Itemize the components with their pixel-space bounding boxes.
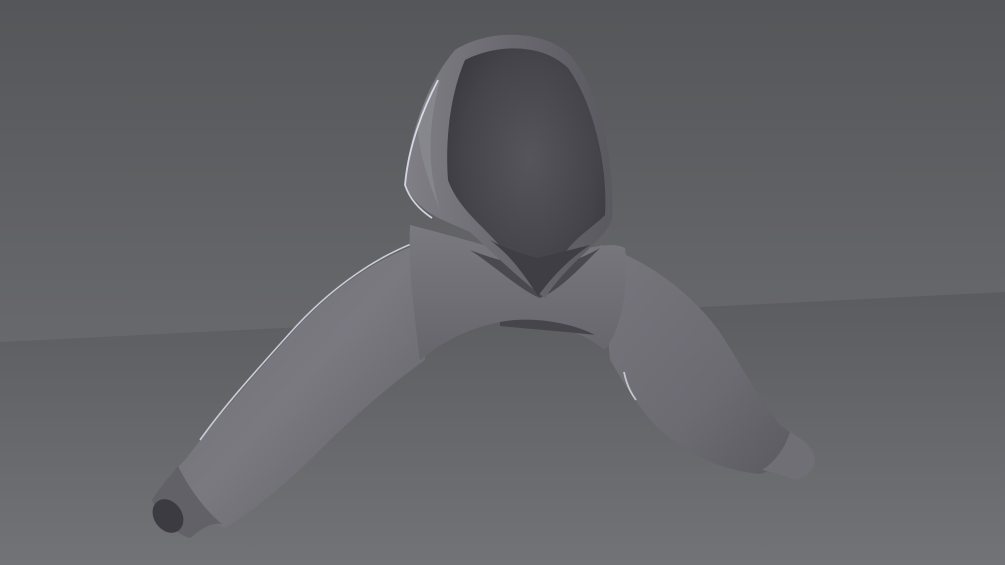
render-viewport [0,0,1005,565]
render-canvas [0,0,1005,565]
